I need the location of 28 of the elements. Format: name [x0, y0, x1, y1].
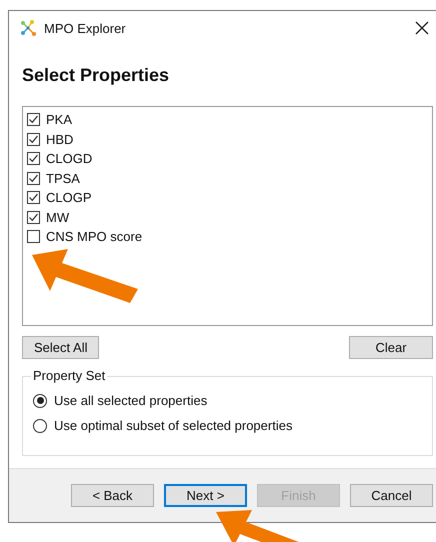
- radio-button[interactable]: [33, 418, 47, 432]
- checkbox[interactable]: [27, 191, 40, 204]
- checkbox[interactable]: [27, 113, 40, 126]
- window-title: MPO Explorer: [44, 20, 126, 36]
- radio-button[interactable]: [33, 394, 47, 408]
- property-label: CLOGD: [46, 151, 92, 166]
- molecule-icon: [19, 19, 37, 37]
- select-all-button[interactable]: Select All: [22, 336, 100, 359]
- property-label: TPSA: [46, 170, 80, 186]
- option-label: Use all selected properties: [54, 393, 208, 408]
- property-label: CLOGP: [46, 190, 92, 206]
- property-label: HBD: [46, 132, 74, 147]
- page-heading: Select Properties: [22, 65, 170, 86]
- checkbox[interactable]: [27, 132, 40, 146]
- checkbox[interactable]: [27, 152, 40, 166]
- wizard-button[interactable]: < Back: [71, 484, 154, 507]
- clear-button[interactable]: Clear: [349, 336, 433, 359]
- property-label: CNS MPO score: [46, 229, 142, 244]
- property-label: MW: [46, 210, 70, 225]
- property-label: PKA: [46, 112, 72, 128]
- wizard-button[interactable]: Next >: [164, 484, 247, 507]
- checkbox[interactable]: [27, 230, 40, 244]
- wizard-button[interactable]: Cancel: [350, 484, 433, 507]
- checkbox[interactable]: [27, 210, 40, 224]
- close-icon[interactable]: [415, 21, 429, 35]
- checkbox[interactable]: [27, 172, 40, 185]
- option-label: Use optimal subset of selected properties: [54, 418, 292, 433]
- group-legend: Property Set: [31, 368, 108, 383]
